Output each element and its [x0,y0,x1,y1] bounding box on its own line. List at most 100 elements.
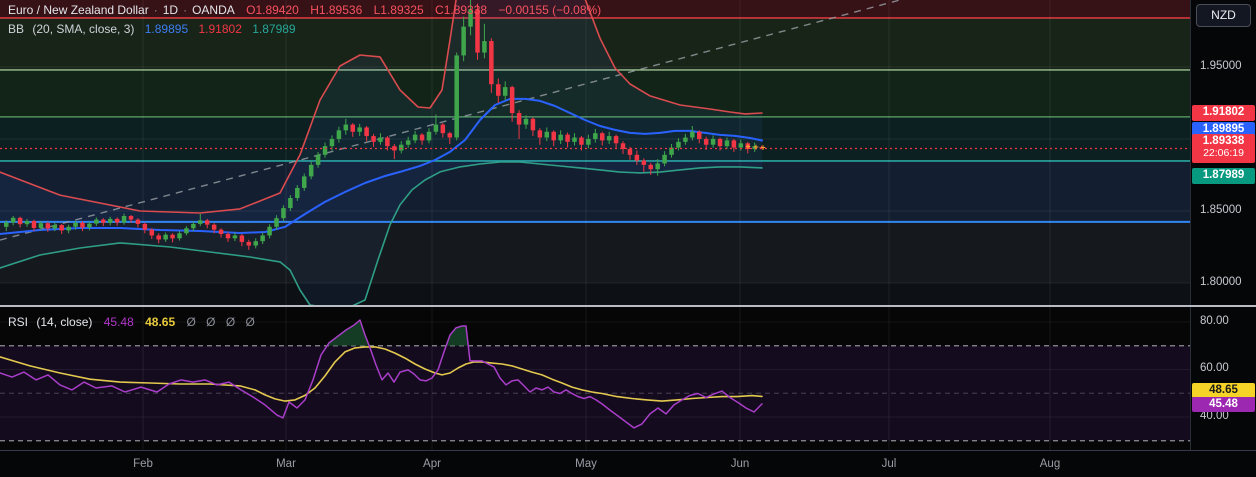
candle-body [121,216,127,223]
candle-body [204,220,210,225]
candle-body [371,136,376,142]
candle-body [461,26,466,56]
price-pane[interactable]: + + + [0,0,1190,306]
candle-body [738,143,744,148]
order-plus-marker[interactable]: + [753,142,758,152]
candle-body [489,41,494,85]
candle-body [66,226,71,231]
candle-body [177,233,182,239]
candle-body [606,136,612,141]
symbol-title[interactable]: Euro / New Zealand Dollar [8,3,149,17]
candle-body [544,131,550,138]
currency-button[interactable]: NZD [1196,4,1251,27]
candle-body [80,222,85,228]
bb-upper-value: 1.91802 [198,21,242,36]
candle-body [315,154,321,165]
symbol-legend[interactable]: Euro / New Zealand Dollar · 1D · OANDA O1.89… [8,2,601,17]
legend-separator: · [183,2,188,17]
candle-body [52,225,58,229]
price-tick-label: 1.95000 [1200,59,1242,72]
countdown-timer: 22:06:19 [1203,146,1244,159]
candle-body [156,235,161,240]
candle-body [599,133,605,141]
candle-body [516,113,522,125]
candle-body [239,235,245,242]
candle-body [405,140,411,145]
axis-price-tag[interactable]: 1.87989 [1192,167,1255,184]
candle-body [87,223,92,228]
bb-params: (20, SMA, close, 3) [32,21,135,36]
bb-title[interactable]: BB [8,22,24,36]
rsi-null-values: Ø Ø Ø Ø [186,314,255,329]
close-value: C1.89338 [435,3,488,18]
candle-body [690,131,695,138]
candle-body [509,87,515,114]
interval-label[interactable]: 1D [163,3,178,17]
candle-body [135,219,141,224]
time-axis[interactable]: Feb Mar Apr May Jun Jul Aug [0,451,1256,477]
candle-body [38,223,44,228]
rsi-params: (14, close) [36,314,93,329]
time-axis-label-feb: Feb [133,458,153,470]
pane-separator[interactable] [0,305,1256,307]
candle-body [17,217,23,225]
candle-body [502,87,508,96]
candle-body [662,154,667,164]
candle-body [697,131,702,139]
change-value: −0.00155 (−0.08%) [498,2,602,17]
candle-body [281,208,286,219]
rsi-indicator-legend[interactable]: RSI (14, close) 45.48 48.65 Ø Ø Ø Ø [8,314,255,329]
time-axis-label-aug: Aug [1039,458,1061,470]
low-value: L1.89325 [373,3,424,18]
rsi-value: 45.48 [103,314,134,329]
exchange-label[interactable]: OANDA [192,3,235,17]
candle-body [399,144,404,151]
candle-body [163,234,168,240]
candle-body [412,134,418,141]
candle-body [433,124,439,132]
candle-body [253,241,258,246]
candle-body [184,228,189,234]
candle-body [482,41,487,53]
candle-body [142,223,148,230]
candle-body [703,138,709,145]
candle-body [586,138,591,145]
candle-body [731,140,737,148]
candle-body [267,226,272,236]
candle-body [350,124,355,132]
legend-separator: · [153,2,158,17]
order-plus-marker[interactable]: + [760,143,765,153]
axis-price-tag[interactable]: 48.65 [1192,382,1255,398]
rsi-title[interactable]: RSI [8,315,28,329]
axis-price-tag[interactable]: 45.48 [1192,397,1255,413]
candle-body [149,229,155,236]
bb-indicator-legend[interactable]: BB (20, SMA, close, 3) 1.89895 1.91802 1… [8,21,296,36]
axis-price-tag[interactable]: 1.91802 [1192,105,1255,121]
order-plus-marker[interactable]: + [745,141,750,151]
candle-body [260,235,265,242]
candle-body [385,137,390,147]
time-axis-label-mar: Mar [276,458,296,470]
candle-body [655,163,660,170]
candle-body [357,127,362,132]
time-axis-label-jun: Jun [730,458,750,470]
candle-body [288,198,293,209]
candle-body [73,222,78,227]
candle-body [447,133,453,138]
candle-body [114,218,120,223]
candle-body [191,223,196,229]
price-axis[interactable]: NZD 1.95000 1.85000 1.80000 80.00 60.00 40.00… [1190,0,1256,450]
candle-body [343,124,349,131]
candle-body [246,241,252,246]
price-chart-canvas: + + + [0,0,1190,306]
candle-body [301,176,307,188]
candle-body [295,187,300,198]
candle-body [198,220,203,224]
candle-body [24,221,30,225]
open-value: O1.89420 [246,3,299,18]
axis-price-tag[interactable]: 1.89338 22:06:19 [1192,133,1255,163]
candle-body [170,234,175,239]
candle-body [724,140,730,147]
candle-body [572,137,577,142]
candle-body [10,217,16,223]
